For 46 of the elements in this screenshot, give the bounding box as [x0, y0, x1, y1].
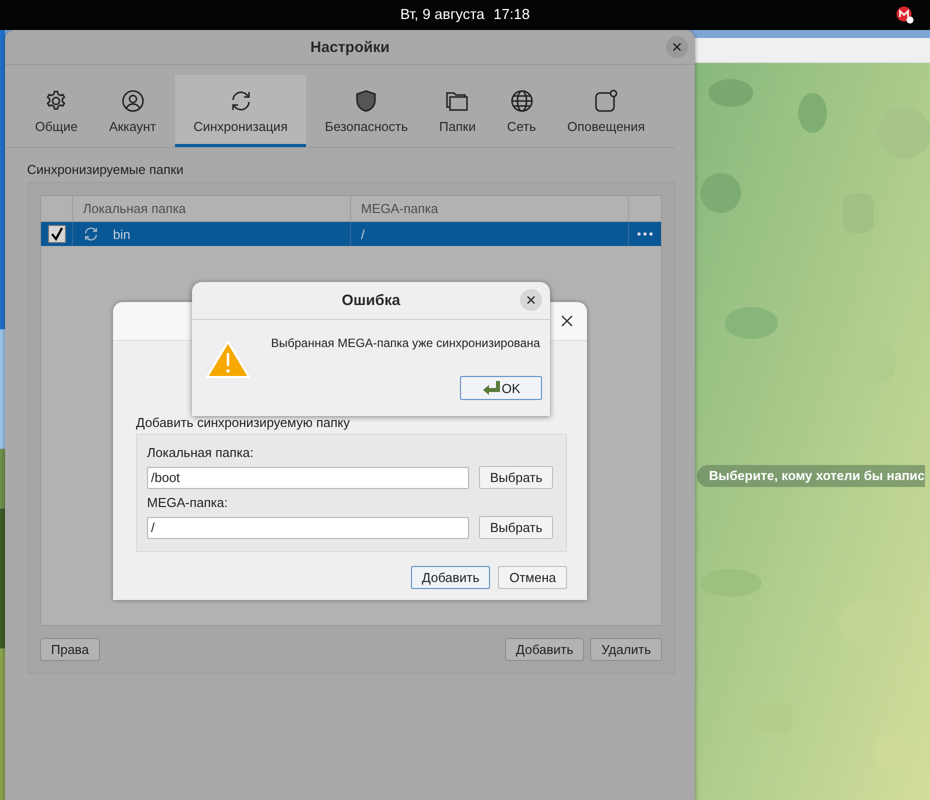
globe-icon: [510, 89, 534, 113]
shield-icon: [354, 89, 378, 113]
tray-icon[interactable]: [896, 6, 914, 24]
remove-button[interactable]: Удалить: [590, 638, 662, 661]
choose-button[interactable]: Выбрать: [479, 466, 554, 489]
add-button[interactable]: Добавить: [410, 566, 490, 589]
sync-icon: [83, 226, 99, 242]
more-icon[interactable]: [637, 232, 653, 236]
choose-button[interactable]: Выбрать: [479, 516, 554, 539]
tab[interactable]: Безопасность: [312, 75, 420, 147]
table-cell: bin: [113, 226, 130, 242]
group-title: Добавить синхронизируемую папку: [136, 415, 351, 430]
close-icon[interactable]: [666, 36, 688, 58]
field-label: MEGA-папка:: [147, 495, 229, 510]
column-header: MEGA-папка: [351, 196, 629, 221]
person-icon: [120, 89, 145, 113]
close-icon[interactable]: [561, 315, 573, 327]
error-message: Выбранная MEGA-папка уже синхронизирована: [271, 336, 540, 350]
chat-hint-pill: Выберите, кому хотели бы напис: [697, 465, 925, 487]
enter-arrow-icon: [482, 380, 500, 396]
table-cell: /: [361, 226, 365, 242]
input-field[interactable]: /: [147, 516, 469, 538]
field-label: Локальная папка:: [147, 445, 255, 460]
dialog-title: Ошибка: [342, 292, 400, 309]
tab[interactable]: Сеть: [495, 75, 548, 147]
permissions-button[interactable]: Права: [40, 638, 100, 661]
ok-button[interactable]: OK: [460, 376, 542, 400]
tab[interactable]: Синхронизация: [175, 75, 306, 147]
input-field[interactable]: /boot: [147, 466, 469, 488]
cancel-button[interactable]: Отмена: [498, 566, 567, 589]
close-icon[interactable]: [520, 289, 542, 311]
notification-icon: [594, 89, 618, 113]
window-title: Настройки: [310, 38, 390, 56]
tab[interactable]: Общие: [23, 75, 90, 147]
table-row[interactable]: bin /: [41, 222, 661, 246]
tab[interactable]: Аккаунт: [97, 75, 168, 147]
checkbox[interactable]: [48, 225, 66, 243]
warning-icon: [205, 340, 251, 380]
tab[interactable]: Оповещения: [555, 75, 657, 147]
column-header: Локальная папка: [73, 196, 351, 221]
section-title: Синхронизируемые папки: [27, 162, 185, 177]
gear-icon: [44, 89, 68, 113]
date-text: Вт, 9 августа: [400, 7, 484, 23]
clock-text: 17:18: [494, 7, 530, 23]
tab[interactable]: Папки: [427, 75, 488, 147]
add-button[interactable]: Добавить: [504, 638, 584, 661]
